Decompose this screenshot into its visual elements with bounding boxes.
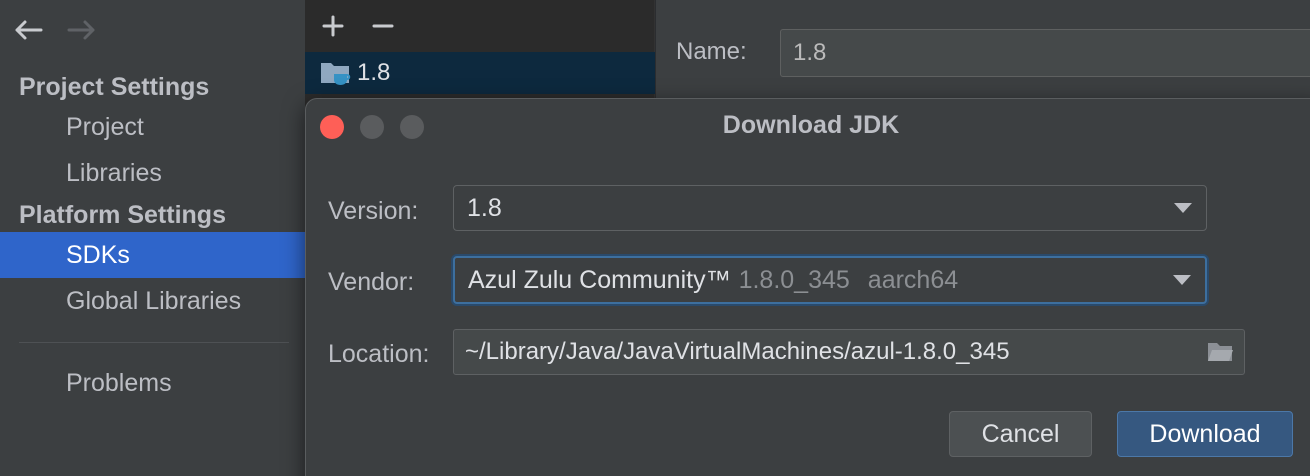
version-label: Version: xyxy=(328,197,419,225)
arrow-right-icon[interactable] xyxy=(66,14,98,46)
sidebar-divider xyxy=(19,342,289,343)
sidebar-item-label: Libraries xyxy=(66,159,162,187)
platform-settings-header: Platform Settings xyxy=(19,201,226,229)
sdk-list-item-label: 1.8 xyxy=(357,59,391,86)
sidebar-item-label: Problems xyxy=(66,369,172,397)
chevron-down-icon xyxy=(1174,203,1192,213)
sidebar-item-project[interactable]: Project xyxy=(0,104,305,150)
sidebar-item-sdks[interactable]: SDKs xyxy=(0,232,305,278)
location-input-value: ~/Library/Java/JavaVirtualMachines/azul-… xyxy=(465,338,1010,365)
location-input[interactable]: ~/Library/Java/JavaVirtualMachines/azul-… xyxy=(453,329,1245,375)
plus-icon xyxy=(322,15,344,37)
sidebar-item-libraries[interactable]: Libraries xyxy=(0,150,305,196)
sdk-list-toolbar xyxy=(317,8,399,44)
jdk-folder-icon xyxy=(321,63,351,85)
minus-icon xyxy=(372,24,394,28)
vendor-arch: aarch64 xyxy=(867,265,959,294)
add-sdk-button[interactable] xyxy=(317,10,349,42)
cancel-button[interactable]: Cancel xyxy=(949,411,1092,457)
sdk-name-input[interactable]: 1.8 xyxy=(780,29,1310,77)
download-jdk-dialog: Download JDK Version: 1.8 Vendor: Azul Z… xyxy=(305,98,1310,476)
remove-sdk-button[interactable] xyxy=(367,10,399,42)
location-label: Location: xyxy=(328,340,430,368)
vendor-label: Vendor: xyxy=(328,268,415,296)
sidebar-item-label: SDKs xyxy=(66,241,130,269)
project-settings-header: Project Settings xyxy=(19,73,210,101)
folder-icon[interactable] xyxy=(1206,339,1234,365)
sidebar-item-label: Global Libraries xyxy=(66,287,242,315)
vendor-name: Azul Zulu Community™ xyxy=(468,265,731,294)
sidebar-item-global-libraries[interactable]: Global Libraries xyxy=(0,278,305,324)
chevron-down-icon xyxy=(1173,275,1191,285)
sidebar-item-problems[interactable]: Problems xyxy=(0,360,305,406)
sidebar-item-label: Project xyxy=(66,113,144,141)
version-select[interactable]: 1.8 xyxy=(453,185,1207,231)
dialog-title: Download JDK xyxy=(722,111,900,139)
sdk-list-item[interactable]: 1.8 xyxy=(305,52,655,94)
vendor-version: 1.8.0_345 xyxy=(738,265,850,294)
vendor-select[interactable]: Azul Zulu Community™ 1.8.0_345 aarch64 xyxy=(453,256,1207,304)
version-select-value: 1.8 xyxy=(467,193,502,222)
nav-arrows xyxy=(12,12,98,48)
arrow-left-icon[interactable] xyxy=(12,14,44,46)
download-button[interactable]: Download xyxy=(1117,411,1293,457)
name-label: Name: xyxy=(676,38,747,65)
settings-sidebar: Project Settings Project Libraries Platf… xyxy=(0,0,305,476)
